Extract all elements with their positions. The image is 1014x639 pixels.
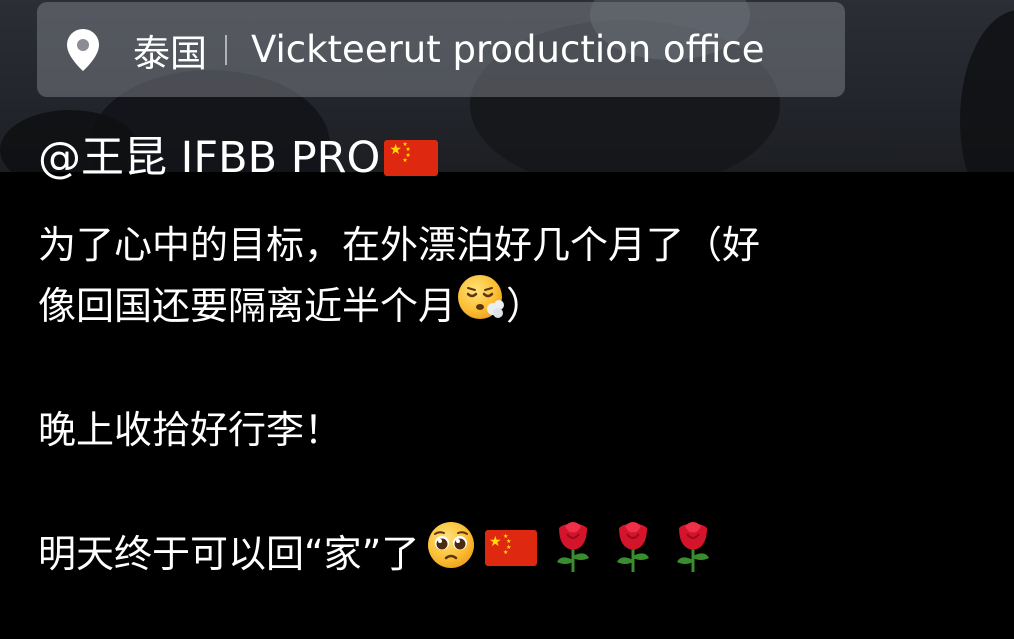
location-pin-icon — [65, 27, 101, 73]
rose-emoji — [667, 516, 719, 591]
location-place: Vickteerut production office — [251, 28, 765, 71]
caption-line: 为了心中的目标，在外漂泊好几个月了（好 — [38, 223, 761, 267]
exhaling-face-emoji — [456, 272, 506, 339]
pleading-face-emoji — [425, 519, 477, 588]
video-shape — [960, 10, 1014, 172]
location-tag[interactable]: 泰国 Vickteerut production office — [37, 2, 845, 97]
caption-text: 明天终于可以回“家”了 — [38, 532, 420, 576]
caption-line: 像回国还要隔离近半个月 ） — [38, 275, 898, 342]
caption-line: 晚上收拾好行李！ — [38, 408, 343, 452]
svg-text:★: ★ — [503, 549, 508, 556]
rose-emoji — [547, 516, 599, 591]
post-caption: 为了心中的目标，在外漂泊好几个月了（好 像回国还要隔离近半个月 ） 晚上收拾好行… — [38, 216, 898, 594]
china-flag-emoji: ★ ★ ★ ★ ★ — [485, 524, 538, 583]
china-flag-emoji: ★ ★ ★ ★ ★ — [384, 140, 439, 176]
location-country: 泰国 — [133, 31, 207, 75]
author-name: @王昆 IFBB PRO — [38, 133, 381, 183]
location-divider — [225, 34, 227, 65]
caption-line: 明天终于可以回“家”了 ★ ★ ★ ★ ★ — [38, 519, 898, 594]
caption-text: 像回国还要隔离近半个月 — [38, 284, 457, 328]
post-detail-screen: 泰国 Vickteerut production office @王昆 IFBB… — [0, 0, 1014, 639]
svg-text:★: ★ — [489, 534, 502, 550]
author-handle[interactable]: @王昆 IFBB PRO ★ ★ ★ ★ ★ — [38, 128, 439, 188]
rose-emoji — [607, 516, 659, 591]
caption-text: ） — [506, 284, 545, 328]
